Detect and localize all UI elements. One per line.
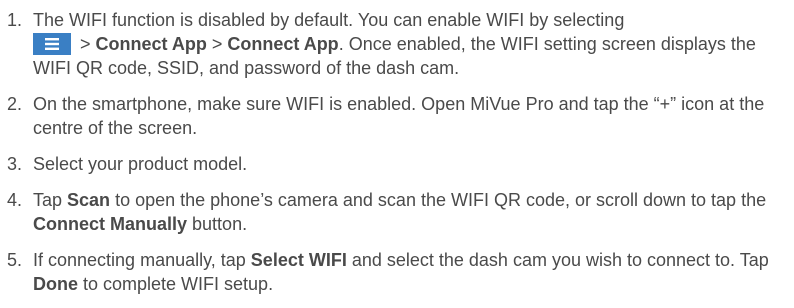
ui-term: Scan — [67, 190, 111, 210]
step-text-segment: button. — [187, 214, 248, 234]
steps-list: 1. The WIFI function is disabled by defa… — [0, 8, 790, 308]
ui-term: Connect Manually — [33, 214, 188, 234]
step-text-segment: > — [75, 34, 96, 54]
ui-term: Select WIFI — [250, 250, 347, 270]
step-4: 4. Tap Scan to open the phone’s camera a… — [0, 188, 790, 236]
step-text: Tap Scan to open the phone’s camera and … — [33, 188, 790, 236]
menu-icon — [33, 33, 71, 55]
menu-path-item: Connect App — [95, 34, 207, 54]
step-text: Select your product model. — [33, 154, 248, 174]
step-text-segment: Tap — [33, 190, 68, 210]
step-3: 3. Select your product model. — [0, 152, 790, 176]
step-text: The WIFI function is disabled by default… — [33, 8, 790, 80]
ui-term: Done — [33, 274, 78, 294]
step-text-segment: The WIFI function is disabled by default… — [33, 10, 625, 30]
step-text-segment: to complete WIFI setup. — [78, 274, 274, 294]
step-text-segment: > — [206, 34, 228, 54]
step-text: If connecting manually, tap Select WIFI … — [33, 248, 790, 296]
step-text: On the smartphone, make sure WIFI is ena… — [33, 94, 765, 138]
menu-path-item: Connect App — [227, 34, 339, 54]
step-number: 3. — [7, 154, 23, 174]
instruction-document: 1. The WIFI function is disabled by defa… — [0, 0, 794, 294]
step-text-segment: and select the dash cam you wish to conn… — [346, 250, 769, 270]
step-number: 1. — [7, 10, 23, 30]
step-number: 2. — [7, 94, 23, 114]
step-number: 4. — [7, 190, 23, 210]
step-2: 2. On the smartphone, make sure WIFI is … — [0, 92, 790, 140]
step-5: 5. If connecting manually, tap Select WI… — [0, 248, 790, 296]
step-text-segment: If connecting manually, tap — [33, 250, 251, 270]
step-text-segment: to open the phone’s camera and scan the … — [110, 190, 767, 210]
step-1: 1. The WIFI function is disabled by defa… — [0, 8, 790, 80]
step-number: 5. — [7, 250, 23, 270]
